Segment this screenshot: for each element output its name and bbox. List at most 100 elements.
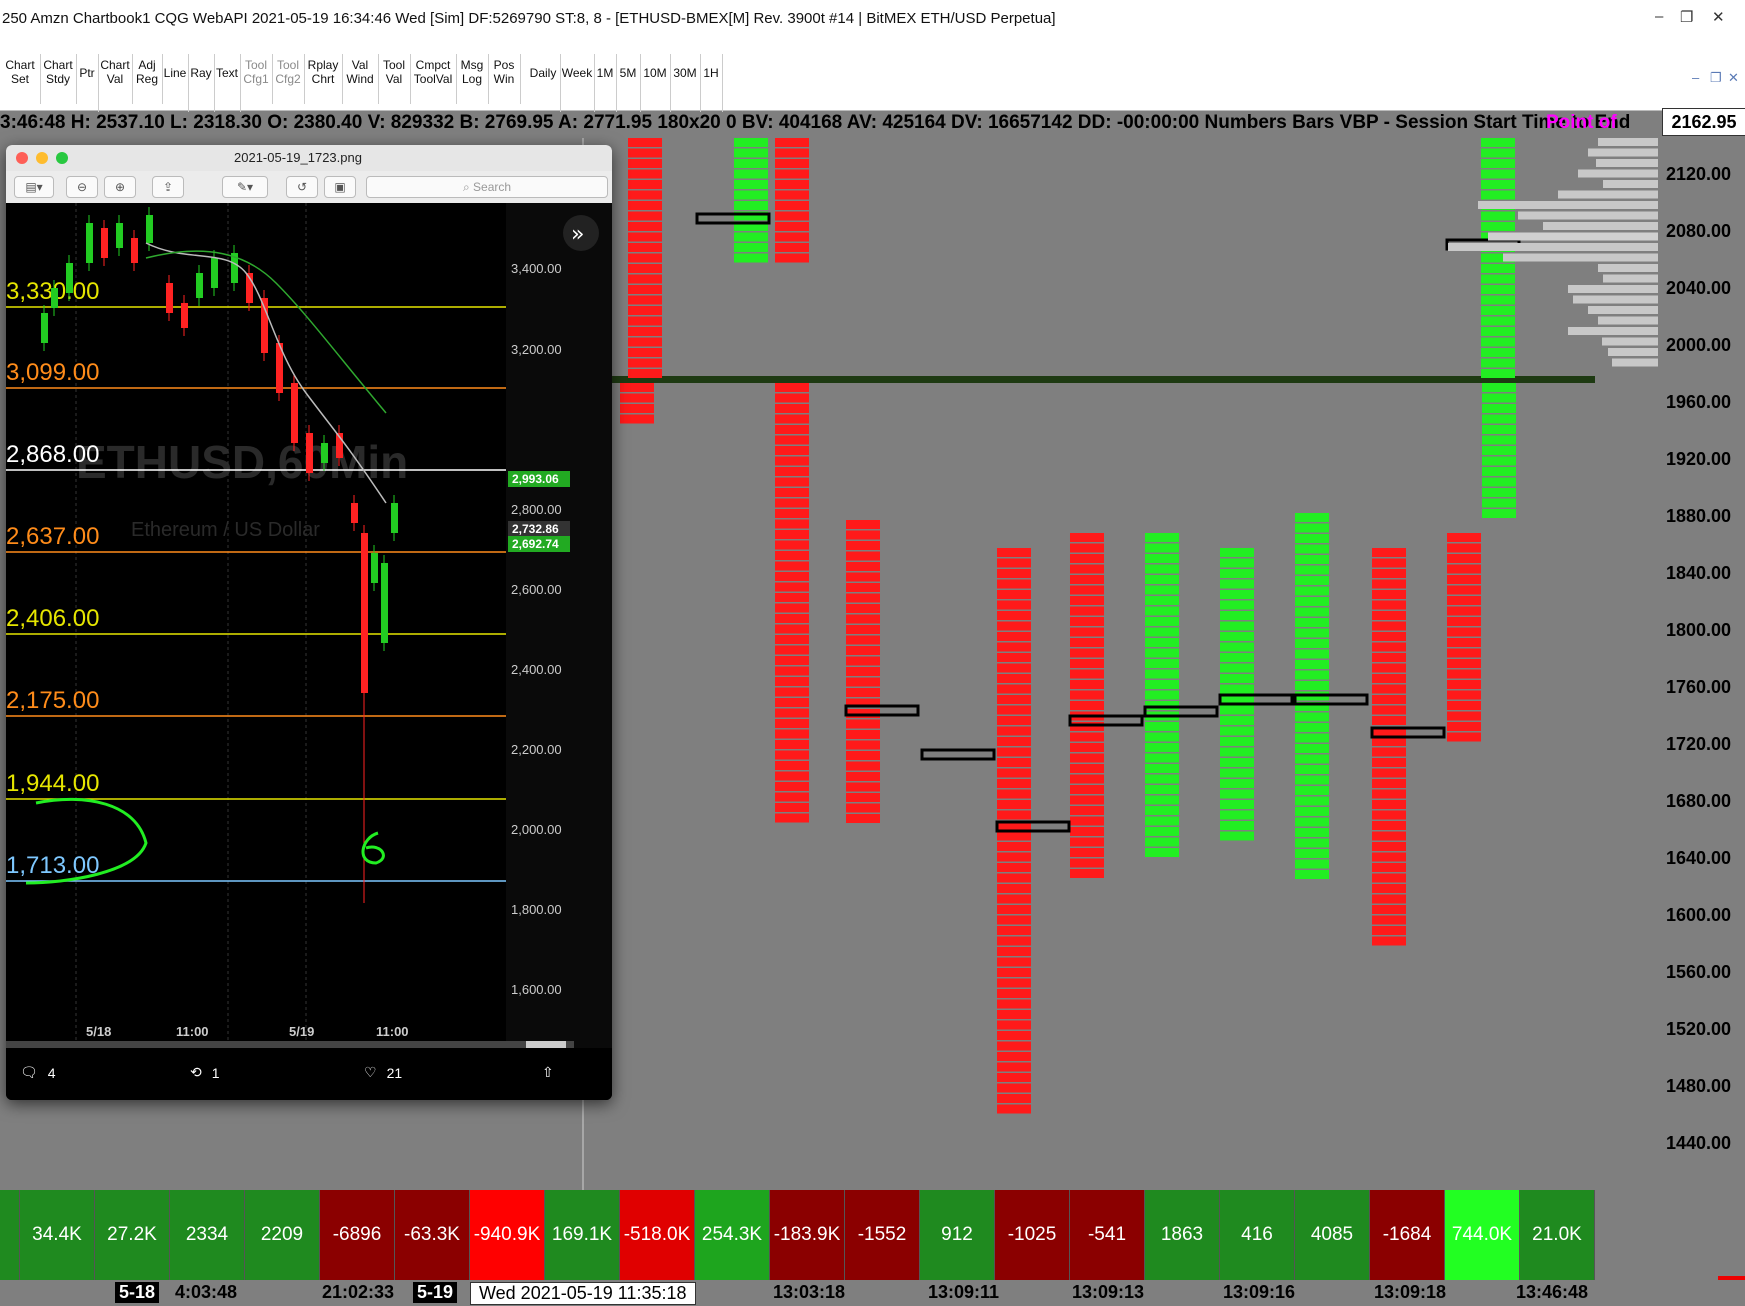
toolbar-button-chart-val[interactable]: Chart Val [98, 54, 133, 104]
footprint-cell [846, 635, 880, 645]
bar-delta-cell: 4085 [1295, 1190, 1370, 1280]
footprint-cell [846, 793, 880, 802]
footprint-cell [620, 393, 654, 403]
footprint-cell [1295, 849, 1329, 858]
footprint-cell [1220, 548, 1254, 557]
footprint-cell [997, 747, 1031, 757]
footprint-cell [1447, 554, 1481, 563]
zoom-out-icon[interactable]: ⊖ [66, 176, 98, 198]
toolbar-button-msg-log[interactable]: Msg Log [456, 54, 489, 104]
candle-body [41, 313, 48, 343]
preview-titlebar: 2021-05-19_1723.png [6, 145, 612, 172]
minimize-icon[interactable] [36, 152, 48, 164]
close-icon[interactable] [16, 152, 28, 164]
vbp-bar [1603, 180, 1658, 188]
footprint-cell [846, 719, 880, 729]
toolbar-button-tool-val[interactable]: Tool Val [378, 54, 411, 104]
rotate-icon[interactable]: ↺ [286, 176, 318, 198]
footprint-cell [1295, 744, 1329, 753]
toolbar-button-chart-set[interactable]: Chart Set [0, 54, 41, 104]
reply-button[interactable]: 🗨 4 [20, 1064, 56, 1081]
toolbar-button-10m[interactable]: 10M [640, 54, 671, 112]
like-button[interactable]: ♡ 21 [364, 1064, 402, 1081]
toolbar-button-line[interactable]: Line [162, 54, 189, 112]
footprint-cell [997, 842, 1031, 851]
markup-icon[interactable]: ✎▾ [222, 176, 268, 198]
mdi-minimize-icon[interactable]: – [1692, 70, 1699, 85]
footprint-cell [1145, 617, 1179, 626]
close-icon[interactable]: ✕ [1712, 8, 1725, 26]
footprint-cell [734, 232, 768, 242]
footprint-cell [1481, 138, 1515, 147]
toolbar-button-ptr[interactable]: Ptr [76, 54, 99, 112]
minimize-icon[interactable]: – [1655, 8, 1663, 25]
share-icon[interactable]: ⇪ [152, 176, 184, 198]
price-tag-text: 2,692.74 [512, 537, 559, 551]
toolbar-button-5m[interactable]: 5M [616, 54, 641, 112]
toolbar-button-1h[interactable]: 1H [700, 54, 723, 112]
mdi-restore-icon[interactable]: ❐ [1710, 70, 1722, 86]
toolbar-button-week[interactable]: Week [560, 54, 595, 112]
toolbar-button-daily[interactable]: Daily [526, 54, 561, 112]
bar-delta-cell: 912 [920, 1190, 995, 1280]
footprint-cell [1481, 190, 1515, 200]
footprint-cell [1145, 690, 1179, 700]
footprint-cell [997, 894, 1031, 904]
search-input[interactable]: ⌕ Search [366, 176, 608, 198]
footprint-cell [1220, 747, 1254, 757]
vbp-bar [1488, 232, 1658, 241]
footprint-cell [1482, 446, 1516, 455]
vbp-bar [1588, 306, 1658, 314]
toolbar-button-text[interactable]: Text [214, 54, 241, 112]
comment-count: 4 [47, 1064, 56, 1081]
footprint-cell [1481, 264, 1515, 273]
candle-body [321, 443, 328, 463]
vbp-bar [1603, 274, 1658, 283]
vbp-bar [1558, 190, 1658, 199]
toolbar-button-ray[interactable]: Ray [188, 54, 215, 112]
preview-window[interactable]: 2021-05-19_1723.png ▤▾ ⊖ ⊕ ⇪ ✎▾ ↺ ▣ ⌕ Se… [6, 145, 612, 1100]
zoom-in-icon[interactable]: ⊕ [104, 176, 136, 198]
chart-toolbar: Chart Set Chart Stdy Ptr Chart Val Adj Reg Li… [0, 38, 1745, 112]
sidebar-icon[interactable]: ▤▾ [14, 176, 54, 198]
toolbox-icon[interactable]: ▣ [324, 176, 356, 198]
toolbar-button-rplay-chrt[interactable]: Rplay Chrt [304, 54, 343, 104]
zoom-icon[interactable] [56, 152, 68, 164]
footprint-cell [997, 1010, 1031, 1019]
footprint-cell [997, 716, 1031, 725]
restore-icon[interactable]: ❐ [1680, 8, 1693, 26]
toolbar-button-30m[interactable]: 30M [670, 54, 701, 112]
footprint-cell [1447, 680, 1481, 689]
time-axis-label: 21:02:33 [322, 1282, 395, 1302]
toolbar-button-cmpct-toolval[interactable]: Cmpct ToolVal [410, 54, 457, 104]
footprint-cell [628, 222, 662, 231]
preview-filename: 2021-05-19_1723.png [234, 150, 362, 165]
footprint-cell [775, 190, 809, 200]
toolbar-button-chart-stdy[interactable]: Chart Stdy [40, 54, 77, 104]
footprint-cell [1220, 663, 1254, 673]
comment-icon: 🗨 [20, 1064, 38, 1080]
toolbar-button-tool-cfg1[interactable]: Tool Cfg1 [240, 54, 273, 104]
footprint-cell [846, 740, 880, 750]
footprint-cell [775, 624, 809, 634]
candle-body [351, 503, 358, 523]
footprint-cell [628, 232, 662, 242]
footprint-cell [997, 548, 1031, 557]
footprint-cell [1447, 596, 1481, 605]
toolbar-button-val-wind[interactable]: Val Wind [342, 54, 379, 104]
toolbar-button-tool-cfg2[interactable]: Tool Cfg2 [272, 54, 305, 104]
footprint-cell [628, 190, 662, 200]
retweet-button[interactable]: ⟲ 1 [190, 1064, 220, 1081]
toolbar-button-adj-reg[interactable]: Adj Reg [132, 54, 163, 104]
footprint-cell [1295, 565, 1329, 575]
footprint-cell [775, 201, 809, 210]
footprint-cell [628, 243, 662, 252]
price-axis-label: 2000.00 [1666, 335, 1732, 355]
share-button[interactable]: ⇧ [542, 1064, 554, 1081]
footprint-cell [775, 169, 809, 179]
toolbar-button-pos-win[interactable]: Pos Win [488, 54, 521, 104]
toolbar-button-1m[interactable]: 1M [594, 54, 617, 112]
footprint-cell [997, 684, 1031, 694]
footprint-cell [1372, 894, 1406, 904]
mdi-close-icon[interactable]: ✕ [1728, 70, 1739, 86]
